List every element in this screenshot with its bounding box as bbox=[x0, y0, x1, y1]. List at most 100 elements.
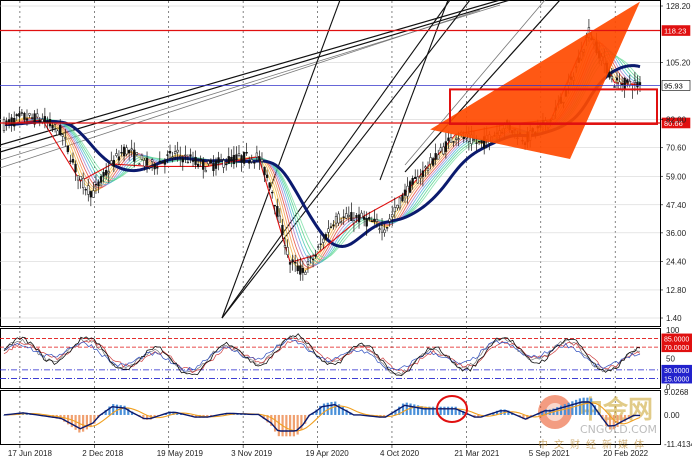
candle-body bbox=[439, 147, 442, 152]
macd-bar bbox=[590, 398, 593, 415]
y-tick-label: 1.40 bbox=[666, 314, 682, 323]
candle-body bbox=[368, 217, 371, 220]
candle-body bbox=[633, 80, 637, 83]
candle-body bbox=[449, 137, 453, 143]
level-tag-label: 95.93 bbox=[664, 81, 683, 90]
candle-body bbox=[360, 212, 363, 218]
candle-body bbox=[608, 71, 611, 78]
candle-body bbox=[375, 218, 379, 222]
candle-body bbox=[232, 154, 236, 165]
candle-body bbox=[628, 80, 631, 86]
chart: 中金网 CNGOLD.COM 中文财经新媒体 118.2395.9380.66 … bbox=[0, 0, 692, 458]
candle-body bbox=[452, 141, 455, 143]
osc-y-tick-label: 100 bbox=[666, 326, 680, 335]
macd-bar bbox=[296, 414, 299, 435]
candle-body bbox=[138, 163, 141, 165]
candle-body bbox=[454, 137, 458, 140]
candle-body bbox=[23, 112, 26, 120]
candle-body bbox=[115, 153, 118, 156]
trendlines bbox=[0, 0, 561, 319]
candle-body bbox=[84, 189, 87, 191]
candle-body bbox=[202, 159, 205, 170]
candle-body bbox=[225, 163, 228, 166]
candle-body bbox=[370, 220, 373, 223]
candle-body bbox=[25, 118, 29, 121]
candle-body bbox=[429, 157, 432, 165]
macd-bar bbox=[289, 414, 292, 437]
candle-body bbox=[347, 214, 350, 217]
candle-body bbox=[196, 163, 200, 167]
candle-body bbox=[171, 156, 174, 158]
candle-body bbox=[365, 218, 368, 227]
macd-bar bbox=[119, 405, 122, 415]
candle-body bbox=[380, 225, 384, 233]
macd-bar bbox=[123, 405, 126, 415]
candle-body bbox=[245, 152, 248, 154]
candle-body bbox=[332, 224, 335, 227]
candle-body bbox=[263, 166, 266, 176]
candle-body bbox=[615, 77, 619, 81]
candle-body bbox=[166, 154, 169, 156]
candle-body bbox=[64, 137, 67, 139]
y-tick-label: 105.20 bbox=[666, 59, 691, 68]
candle-body bbox=[143, 160, 146, 167]
candle-body bbox=[13, 117, 16, 127]
candle-body bbox=[186, 161, 190, 164]
candle-body bbox=[273, 204, 276, 207]
candle-body bbox=[385, 227, 389, 229]
candle-body bbox=[112, 159, 115, 167]
candle-body bbox=[61, 134, 64, 137]
macd-bar bbox=[447, 406, 450, 415]
candle-body bbox=[283, 245, 287, 248]
candle-body bbox=[176, 149, 179, 153]
y-tick-label: 59.00 bbox=[666, 172, 687, 181]
candle-body bbox=[209, 159, 213, 164]
candle-body bbox=[314, 254, 317, 257]
y-tick-label: 82.00 bbox=[666, 116, 687, 125]
macd-bar bbox=[334, 401, 337, 415]
candle-body bbox=[391, 214, 394, 218]
macd-bar bbox=[586, 397, 589, 415]
candle-body bbox=[462, 136, 465, 140]
macd-bar bbox=[575, 399, 578, 415]
candle-body bbox=[447, 137, 450, 141]
candle-body bbox=[414, 176, 417, 179]
macd-bar bbox=[89, 414, 92, 428]
candle-body bbox=[416, 176, 419, 184]
candle-body bbox=[219, 159, 223, 161]
candle-body bbox=[76, 175, 80, 181]
candle-body bbox=[378, 228, 381, 230]
candle-body bbox=[350, 212, 353, 221]
candle-body bbox=[480, 140, 483, 144]
candle-body bbox=[94, 184, 98, 186]
candle-body bbox=[43, 116, 47, 123]
trend-line bbox=[379, 0, 449, 181]
x-tick-label: 19 May 2019 bbox=[157, 449, 204, 458]
candle-body bbox=[59, 124, 62, 136]
candle-body bbox=[71, 159, 75, 163]
candle-body bbox=[179, 155, 182, 158]
x-tick-label: 5 Sep 2021 bbox=[529, 449, 570, 458]
candle-body bbox=[163, 160, 167, 165]
macd-bar bbox=[277, 414, 280, 437]
candle-body bbox=[79, 176, 82, 181]
candle-body bbox=[66, 145, 70, 153]
candle-body bbox=[322, 238, 325, 243]
osc-level-tag-label: 70.0000 bbox=[664, 345, 689, 352]
candle-body bbox=[184, 154, 187, 156]
candle-body bbox=[74, 163, 77, 173]
candle-body bbox=[107, 171, 110, 174]
candle-body bbox=[610, 76, 614, 80]
overlay-triangle bbox=[430, 1, 640, 160]
candle-body bbox=[189, 154, 192, 157]
candle-body bbox=[268, 182, 271, 188]
candle-body bbox=[7, 119, 11, 123]
candle-body bbox=[362, 216, 366, 220]
candle-body bbox=[237, 153, 241, 156]
candle-body bbox=[309, 257, 312, 259]
y-tick-label: 12.80 bbox=[666, 286, 687, 295]
candle-body bbox=[2, 119, 6, 132]
candle-body bbox=[102, 172, 105, 177]
candle-body bbox=[255, 152, 259, 158]
candle-body bbox=[222, 160, 225, 168]
